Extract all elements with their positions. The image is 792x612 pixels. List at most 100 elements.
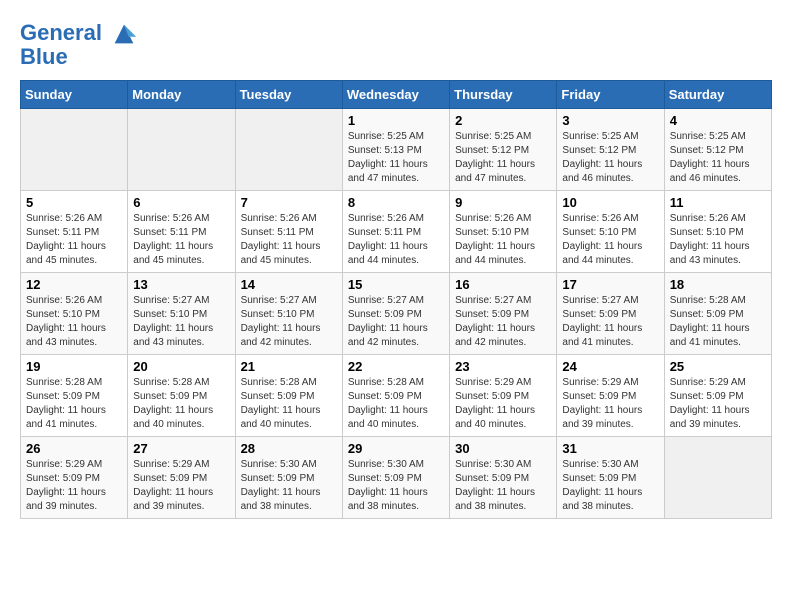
day-info: Sunrise: 5:26 AM Sunset: 5:11 PM Dayligh… <box>26 212 122 268</box>
calendar-cell: 12 Sunrise: 5:26 AM Sunset: 5:10 PM Dayli… <box>21 273 128 355</box>
calendar-cell: 15 Sunrise: 5:27 AM Sunset: 5:09 PM Dayli… <box>342 273 449 355</box>
day-info: Sunrise: 5:29 AM Sunset: 5:09 PM Dayligh… <box>670 376 766 432</box>
calendar-cell: 29Sunrise: 5:30 AM Sunset: 5:09 PM Dayli… <box>342 437 449 519</box>
calendar-week-4: 19 Sunrise: 5:28 AM Sunset: 5:09 PM Dayli… <box>21 355 772 437</box>
day-info: Sunrise: 5:26 AM Sunset: 5:10 PM Dayligh… <box>670 212 766 268</box>
calendar-cell: 25 Sunrise: 5:29 AM Sunset: 5:09 PM Dayli… <box>664 355 771 437</box>
calendar-cell: 26 Sunrise: 5:29 AM Sunset: 5:09 PM Dayli… <box>21 437 128 519</box>
day-info: Sunrise: 5:27 AM Sunset: 5:09 PM Dayligh… <box>348 294 444 350</box>
calendar-cell: 11 Sunrise: 5:26 AM Sunset: 5:10 PM Dayli… <box>664 191 771 273</box>
day-info: Sunrise: 5:29 AM Sunset: 5:09 PM Dayligh… <box>133 458 229 514</box>
day-info: Sunrise: 5:26 AM Sunset: 5:11 PM Dayligh… <box>133 212 229 268</box>
day-info: Sunrise: 5:30 AM Sunset: 5:09 PM Dayligh… <box>348 458 444 514</box>
calendar-table: SundayMondayTuesdayWednesdayThursdayFrid… <box>20 80 772 519</box>
day-number: 14 <box>241 277 337 292</box>
calendar-cell: 7 Sunrise: 5:26 AM Sunset: 5:11 PM Daylig… <box>235 191 342 273</box>
day-info: Sunrise: 5:25 AM Sunset: 5:12 PM Dayligh… <box>670 130 766 186</box>
calendar-cell: 16Sunrise: 5:27 AM Sunset: 5:09 PM Dayli… <box>450 273 557 355</box>
calendar-cell: 31 Sunrise: 5:30 AM Sunset: 5:09 PM Dayli… <box>557 437 664 519</box>
day-number: 26 <box>26 441 122 456</box>
day-number: 31 <box>562 441 658 456</box>
calendar-week-3: 12 Sunrise: 5:26 AM Sunset: 5:10 PM Dayli… <box>21 273 772 355</box>
day-info: Sunrise: 5:29 AM Sunset: 5:09 PM Dayligh… <box>26 458 122 514</box>
calendar-cell: 6 Sunrise: 5:26 AM Sunset: 5:11 PM Daylig… <box>128 191 235 273</box>
calendar-header-row: SundayMondayTuesdayWednesdayThursdayFrid… <box>21 81 772 109</box>
calendar-cell: 14Sunrise: 5:27 AM Sunset: 5:10 PM Dayli… <box>235 273 342 355</box>
day-number: 2 <box>455 113 551 128</box>
calendar-cell <box>21 109 128 191</box>
page-header: General Blue <box>20 20 772 70</box>
day-number: 11 <box>670 195 766 210</box>
calendar-cell: 27Sunrise: 5:29 AM Sunset: 5:09 PM Dayli… <box>128 437 235 519</box>
day-info: Sunrise: 5:28 AM Sunset: 5:09 PM Dayligh… <box>670 294 766 350</box>
calendar-cell: 4 Sunrise: 5:25 AM Sunset: 5:12 PM Daylig… <box>664 109 771 191</box>
calendar-cell: 2 Sunrise: 5:25 AM Sunset: 5:12 PM Daylig… <box>450 109 557 191</box>
day-number: 15 <box>348 277 444 292</box>
day-info: Sunrise: 5:28 AM Sunset: 5:09 PM Dayligh… <box>133 376 229 432</box>
day-info: Sunrise: 5:25 AM Sunset: 5:12 PM Dayligh… <box>562 130 658 186</box>
day-info: Sunrise: 5:25 AM Sunset: 5:12 PM Dayligh… <box>455 130 551 186</box>
column-header-thursday: Thursday <box>450 81 557 109</box>
calendar-cell: 23 Sunrise: 5:29 AM Sunset: 5:09 PM Dayli… <box>450 355 557 437</box>
day-info: Sunrise: 5:29 AM Sunset: 5:09 PM Dayligh… <box>455 376 551 432</box>
calendar-cell: 3 Sunrise: 5:25 AM Sunset: 5:12 PM Daylig… <box>557 109 664 191</box>
calendar-body: 1 Sunrise: 5:25 AM Sunset: 5:13 PM Daylig… <box>21 109 772 519</box>
calendar-cell: 10Sunrise: 5:26 AM Sunset: 5:10 PM Dayli… <box>557 191 664 273</box>
calendar-cell <box>128 109 235 191</box>
day-number: 3 <box>562 113 658 128</box>
calendar-cell: 22 Sunrise: 5:28 AM Sunset: 5:09 PM Dayli… <box>342 355 449 437</box>
day-info: Sunrise: 5:27 AM Sunset: 5:09 PM Dayligh… <box>562 294 658 350</box>
column-header-monday: Monday <box>128 81 235 109</box>
calendar-cell: 8 Sunrise: 5:26 AM Sunset: 5:11 PM Daylig… <box>342 191 449 273</box>
calendar-week-2: 5 Sunrise: 5:26 AM Sunset: 5:11 PM Daylig… <box>21 191 772 273</box>
column-header-tuesday: Tuesday <box>235 81 342 109</box>
day-number: 7 <box>241 195 337 210</box>
day-number: 1 <box>348 113 444 128</box>
calendar-cell <box>235 109 342 191</box>
day-info: Sunrise: 5:26 AM Sunset: 5:10 PM Dayligh… <box>562 212 658 268</box>
day-number: 21 <box>241 359 337 374</box>
calendar-cell: 18 Sunrise: 5:28 AM Sunset: 5:09 PM Dayli… <box>664 273 771 355</box>
day-info: Sunrise: 5:26 AM Sunset: 5:11 PM Dayligh… <box>241 212 337 268</box>
day-number: 12 <box>26 277 122 292</box>
calendar-cell: 30 Sunrise: 5:30 AM Sunset: 5:09 PM Dayli… <box>450 437 557 519</box>
day-number: 6 <box>133 195 229 210</box>
day-number: 20 <box>133 359 229 374</box>
day-info: Sunrise: 5:28 AM Sunset: 5:09 PM Dayligh… <box>26 376 122 432</box>
day-info: Sunrise: 5:27 AM Sunset: 5:10 PM Dayligh… <box>133 294 229 350</box>
day-info: Sunrise: 5:28 AM Sunset: 5:09 PM Dayligh… <box>348 376 444 432</box>
day-number: 5 <box>26 195 122 210</box>
day-number: 24 <box>562 359 658 374</box>
day-number: 22 <box>348 359 444 374</box>
day-number: 13 <box>133 277 229 292</box>
day-info: Sunrise: 5:30 AM Sunset: 5:09 PM Dayligh… <box>241 458 337 514</box>
day-number: 25 <box>670 359 766 374</box>
column-header-sunday: Sunday <box>21 81 128 109</box>
day-number: 30 <box>455 441 551 456</box>
column-header-wednesday: Wednesday <box>342 81 449 109</box>
day-number: 16 <box>455 277 551 292</box>
calendar-cell: 21 Sunrise: 5:28 AM Sunset: 5:09 PM Dayli… <box>235 355 342 437</box>
calendar-cell: 13 Sunrise: 5:27 AM Sunset: 5:10 PM Dayli… <box>128 273 235 355</box>
day-info: Sunrise: 5:26 AM Sunset: 5:10 PM Dayligh… <box>455 212 551 268</box>
day-number: 4 <box>670 113 766 128</box>
day-info: Sunrise: 5:26 AM Sunset: 5:11 PM Dayligh… <box>348 212 444 268</box>
column-header-friday: Friday <box>557 81 664 109</box>
day-number: 19 <box>26 359 122 374</box>
calendar-cell: 24 Sunrise: 5:29 AM Sunset: 5:09 PM Dayli… <box>557 355 664 437</box>
day-info: Sunrise: 5:29 AM Sunset: 5:09 PM Dayligh… <box>562 376 658 432</box>
day-info: Sunrise: 5:30 AM Sunset: 5:09 PM Dayligh… <box>562 458 658 514</box>
day-info: Sunrise: 5:30 AM Sunset: 5:09 PM Dayligh… <box>455 458 551 514</box>
day-number: 8 <box>348 195 444 210</box>
calendar-week-1: 1 Sunrise: 5:25 AM Sunset: 5:13 PM Daylig… <box>21 109 772 191</box>
day-info: Sunrise: 5:26 AM Sunset: 5:10 PM Dayligh… <box>26 294 122 350</box>
day-info: Sunrise: 5:25 AM Sunset: 5:13 PM Dayligh… <box>348 130 444 186</box>
day-number: 18 <box>670 277 766 292</box>
logo: General Blue <box>20 20 138 70</box>
day-number: 28 <box>241 441 337 456</box>
day-number: 23 <box>455 359 551 374</box>
day-info: Sunrise: 5:28 AM Sunset: 5:09 PM Dayligh… <box>241 376 337 432</box>
calendar-cell: 1 Sunrise: 5:25 AM Sunset: 5:13 PM Daylig… <box>342 109 449 191</box>
column-header-saturday: Saturday <box>664 81 771 109</box>
calendar-week-5: 26 Sunrise: 5:29 AM Sunset: 5:09 PM Dayli… <box>21 437 772 519</box>
